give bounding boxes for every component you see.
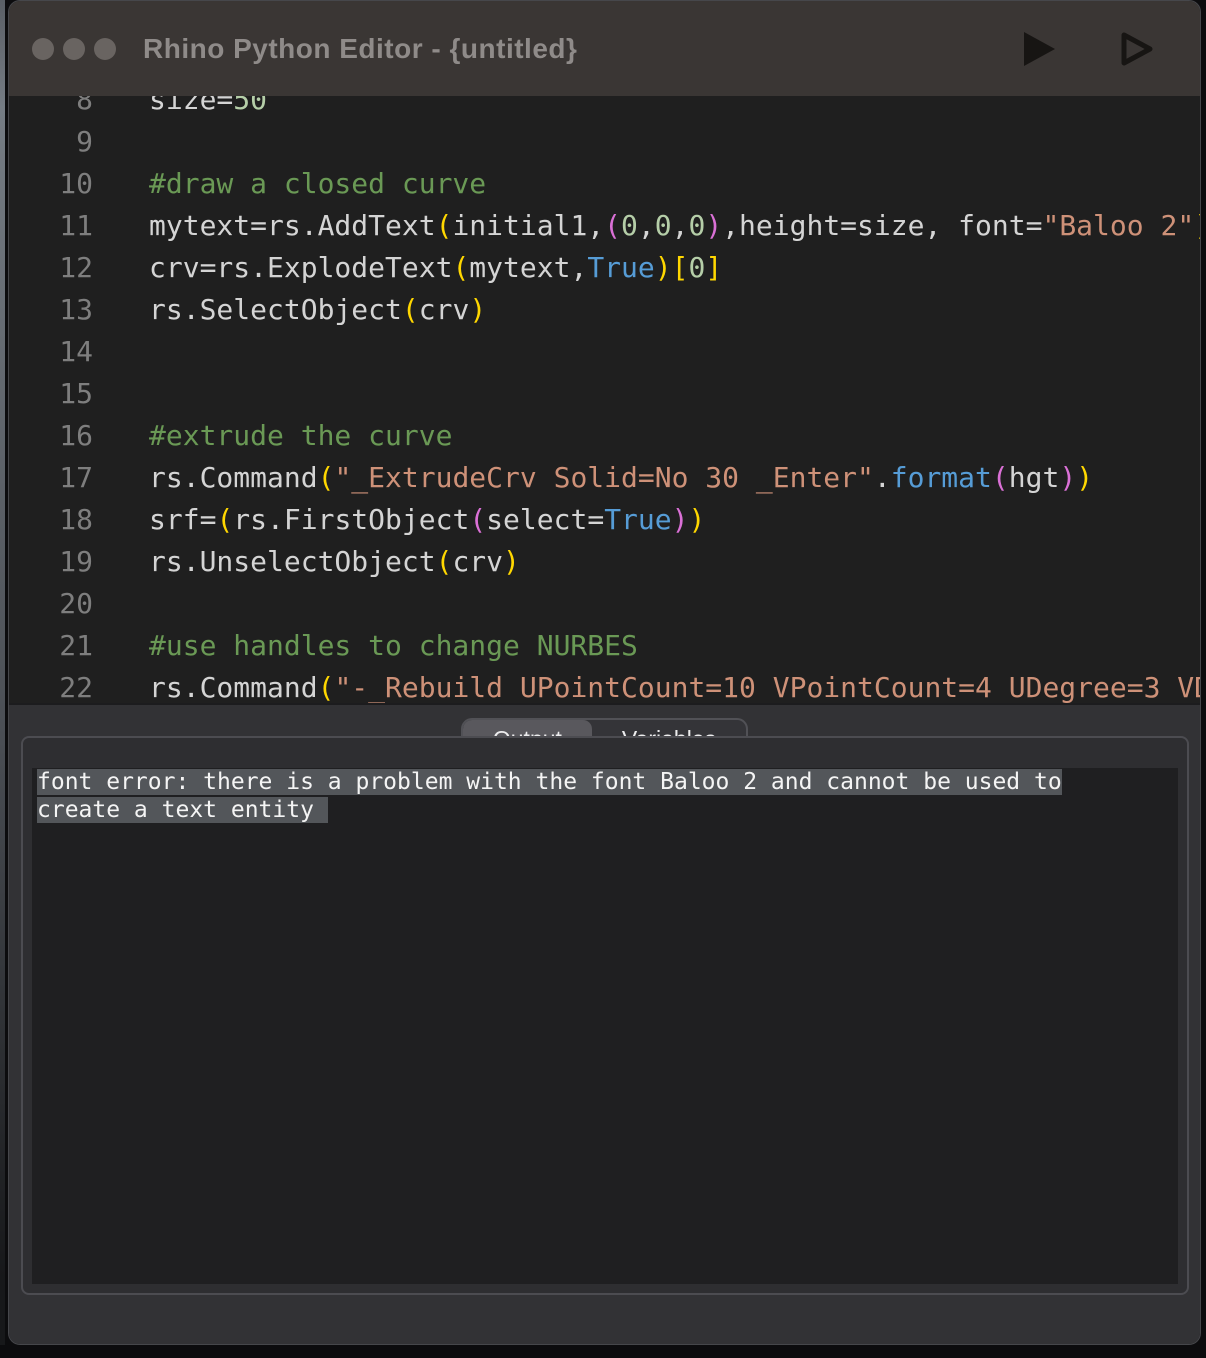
zoom-button[interactable]	[94, 38, 116, 60]
output-line: font error: there is a problem with the …	[37, 768, 1178, 796]
code-text	[93, 331, 149, 373]
run-icon[interactable]	[1021, 30, 1057, 68]
output-line: create a text entity	[37, 796, 1178, 824]
line-number: 9	[9, 121, 93, 163]
line-number: 21	[9, 625, 93, 667]
code-text: crv=rs.ExplodeText(mytext,True)[0]	[93, 247, 722, 289]
code-line: 13rs.SelectObject(crv)	[9, 289, 1200, 331]
line-number: 19	[9, 541, 93, 583]
code-line: 14	[9, 331, 1200, 373]
code-text: rs.SelectObject(crv)	[93, 289, 486, 331]
line-number: 14	[9, 331, 93, 373]
output-group-box: font error: there is a problem with the …	[21, 736, 1189, 1295]
line-number: 10	[9, 163, 93, 205]
code-line: 20	[9, 583, 1200, 625]
rhino-python-editor-window: Rhino Python Editor - {untitled} 8size=5…	[8, 0, 1201, 1345]
code-text: mytext=rs.AddText(initial1,(0,0,0),heigh…	[93, 205, 1200, 247]
traffic-lights	[32, 1, 116, 96]
code-editor[interactable]: 8size=50910#draw a closed curve11mytext=…	[9, 96, 1200, 703]
output-text-area[interactable]: font error: there is a problem with the …	[32, 768, 1178, 1284]
code-line: 10#draw a closed curve	[9, 163, 1200, 205]
output-message: font error: there is a problem with the …	[37, 768, 1178, 824]
code-text	[93, 373, 149, 415]
line-number: 12	[9, 247, 93, 289]
code-line: 15	[9, 373, 1200, 415]
line-number: 13	[9, 289, 93, 331]
run-outline-icon[interactable]	[1119, 30, 1155, 68]
line-number: 17	[9, 457, 93, 499]
code-text: rs.UnselectObject(crv)	[93, 541, 520, 583]
code-line: 19rs.UnselectObject(crv)	[9, 541, 1200, 583]
titlebar: Rhino Python Editor - {untitled}	[9, 1, 1200, 96]
code-line: 8size=50	[9, 96, 1200, 121]
code-text: #extrude the curve	[93, 415, 452, 457]
minimize-button[interactable]	[63, 38, 85, 60]
line-number: 20	[9, 583, 93, 625]
line-number: 16	[9, 415, 93, 457]
code-text	[93, 583, 149, 625]
output-panel: Output Variables font error: there is a …	[9, 703, 1200, 1344]
line-number: 22	[9, 667, 93, 703]
code-text: #draw a closed curve	[93, 163, 486, 205]
code-line: 11mytext=rs.AddText(initial1,(0,0,0),hei…	[9, 205, 1200, 247]
window-title: Rhino Python Editor - {untitled}	[143, 1, 577, 96]
titlebar-actions	[1021, 1, 1155, 96]
code-line: 22rs.Command("-_Rebuild UPointCount=10 V…	[9, 667, 1200, 703]
line-number: 11	[9, 205, 93, 247]
code-area: 8size=50910#draw a closed curve11mytext=…	[9, 96, 1200, 703]
code-text: rs.Command("-_Rebuild UPointCount=10 VPo…	[93, 667, 1200, 703]
code-text: srf=(rs.FirstObject(select=True))	[93, 499, 705, 541]
code-line: 9	[9, 121, 1200, 163]
code-text: size=50	[93, 96, 267, 121]
line-number: 8	[9, 96, 93, 121]
code-line: 18srf=(rs.FirstObject(select=True))	[9, 499, 1200, 541]
code-line: 12crv=rs.ExplodeText(mytext,True)[0]	[9, 247, 1200, 289]
line-number: 18	[9, 499, 93, 541]
close-button[interactable]	[32, 38, 54, 60]
code-text: #use handles to change NURBES	[93, 625, 638, 667]
code-line: 21#use handles to change NURBES	[9, 625, 1200, 667]
code-line: 17rs.Command("_ExtrudeCrv Solid=No 30 _E…	[9, 457, 1200, 499]
code-line: 16#extrude the curve	[9, 415, 1200, 457]
line-number: 15	[9, 373, 93, 415]
background-edge	[0, 0, 5, 1345]
code-text	[93, 121, 149, 163]
code-text: rs.Command("_ExtrudeCrv Solid=No 30 _Ent…	[93, 457, 1093, 499]
